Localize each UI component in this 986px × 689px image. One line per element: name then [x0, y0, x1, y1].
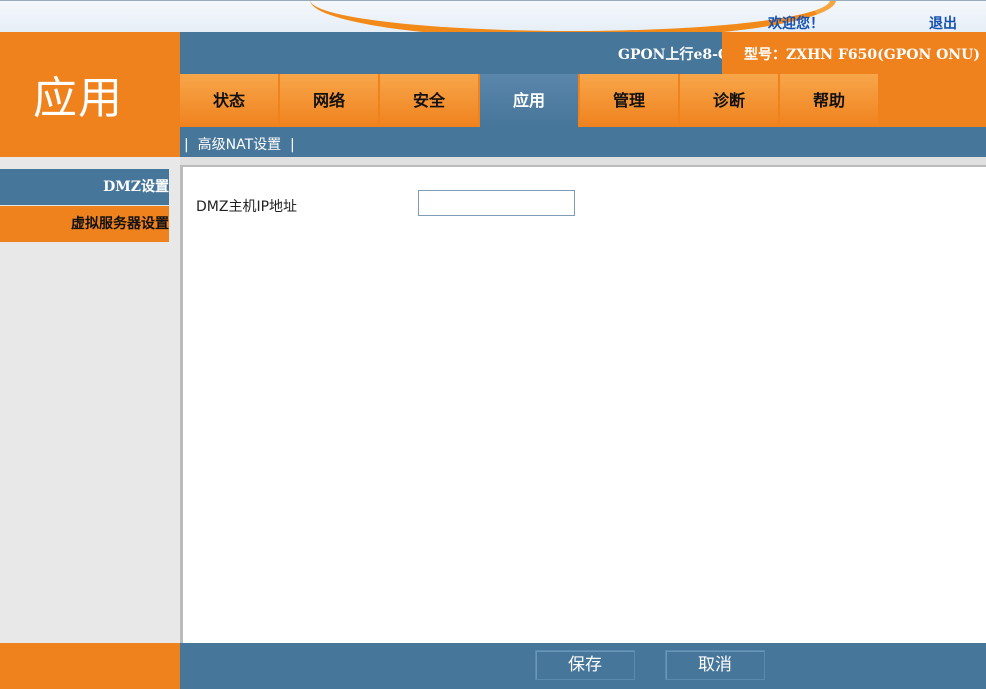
logout-link[interactable]: 退出	[929, 13, 957, 33]
page-title: 应用	[33, 73, 123, 124]
tab-network[interactable]: 网络	[280, 74, 378, 127]
tab-security[interactable]: 安全	[380, 74, 478, 127]
banner-swoosh	[310, 1, 836, 32]
cancel-button[interactable]: 取消	[665, 650, 765, 680]
sidebar-item-dmz[interactable]: DMZ设置	[0, 169, 169, 205]
tab-status[interactable]: 状态	[180, 74, 278, 127]
content-panel	[180, 167, 986, 643]
subnav-advanced-nat[interactable]: | 高级NAT设置 |	[184, 134, 295, 154]
product-name: GPON上行e8-C	[618, 47, 730, 63]
tab-application[interactable]: 应用	[480, 74, 578, 127]
tab-diagnosis[interactable]: 诊断	[680, 74, 778, 127]
content-divider	[180, 157, 986, 167]
save-button[interactable]: 保存	[535, 650, 635, 680]
tab-help[interactable]: 帮助	[780, 74, 878, 127]
sidebar-item-virtual-server[interactable]: 虚拟服务器设置	[0, 206, 169, 242]
tab-management[interactable]: 管理	[580, 74, 678, 127]
dmz-ip-input[interactable]	[418, 190, 575, 216]
footer-left	[0, 643, 180, 689]
top-banner	[0, 0, 986, 32]
welcome-text: 欢迎您！	[768, 16, 824, 32]
model-name: 型号：ZXHN F650(GPON ONU)	[744, 47, 980, 63]
dmz-ip-label: DMZ主机IP地址	[196, 199, 298, 215]
sub-nav-bar	[180, 127, 986, 157]
